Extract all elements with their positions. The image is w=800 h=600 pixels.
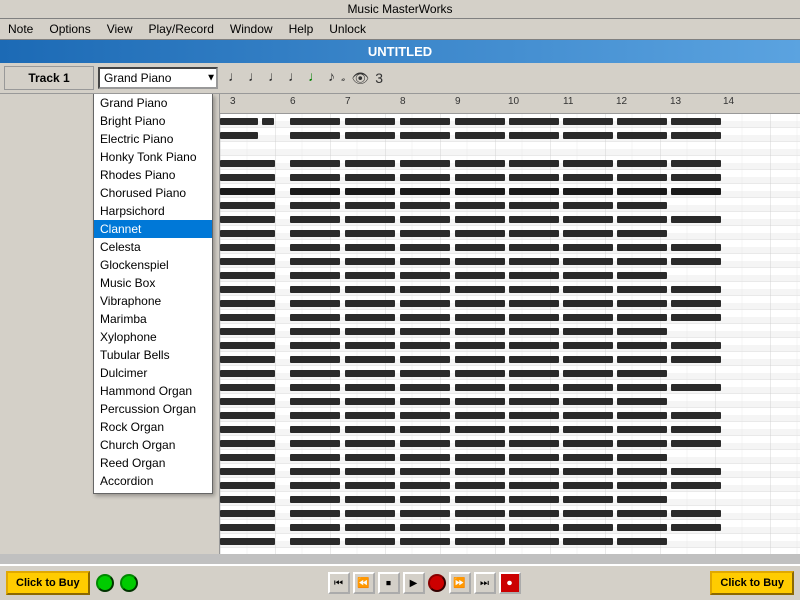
dropdown-item-celesta[interactable]: Celesta — [94, 238, 212, 256]
menu-note[interactable]: Note — [4, 21, 37, 37]
window-title: Music MasterWorks — [347, 2, 452, 16]
menu-options[interactable]: Options — [45, 21, 94, 37]
eye-icon[interactable]: 👁 — [349, 69, 371, 88]
dropdown-item-vibraphone[interactable]: Vibraphone — [94, 292, 212, 310]
grid-svg — [220, 114, 800, 554]
measure-8: 8 — [400, 96, 406, 107]
skip-forward-button[interactable]: ⏭ — [474, 572, 496, 594]
rewind-to-start-button[interactable]: ⏮ — [328, 572, 350, 594]
measure-7: 7 — [345, 96, 351, 107]
app-title-text: UNTITLED — [368, 44, 432, 59]
play-button[interactable]: ▶ — [403, 572, 425, 594]
measure-14: 14 — [723, 96, 734, 107]
instrument-value: Grand Piano — [104, 71, 171, 85]
note-icon-4[interactable]: ♩ — [286, 69, 304, 87]
left-panel: Grand Piano Bright Piano Electric Piano … — [0, 94, 220, 554]
dropdown-item-hammond-organ[interactable]: Hammond Organ — [94, 382, 212, 400]
title-bar: Music MasterWorks — [0, 0, 800, 19]
measure-10: 10 — [508, 96, 519, 107]
dropdown-item-harmonica[interactable]: Harmonica — [94, 490, 212, 494]
menu-view[interactable]: View — [103, 21, 137, 37]
number-icon[interactable]: 3 — [373, 69, 385, 87]
ruler: 3 6 7 8 9 10 11 12 13 14 — [220, 94, 800, 114]
buy-label-left: Click to Buy — [16, 577, 80, 589]
record-button[interactable] — [428, 574, 446, 592]
note-icon-5[interactable]: ♩ — [306, 69, 324, 87]
dropdown-item-xylophone[interactable]: Xylophone — [94, 328, 212, 346]
dropdown-item-glockenspiel[interactable]: Glockenspiel — [94, 256, 212, 274]
dropdown-item-rock-organ[interactable]: Rock Organ — [94, 418, 212, 436]
dropdown-item-honky-tonk-piano[interactable]: Honky Tonk Piano — [94, 148, 212, 166]
track-row: Track 1 Grand Piano ▼ ♩ ♩ ♩ ♩ ♩ ♪ 𝅗 👁 3 — [0, 63, 800, 94]
menu-playrecord[interactable]: Play/Record — [145, 21, 218, 37]
status-bar: Click to Buy ⏮ ⏪ ⏹ ▶ ⏩ ⏭ ⏺ Click to Buy — [0, 564, 800, 600]
dropdown-item-accordion[interactable]: Accordion — [94, 472, 212, 490]
dropdown-item-clannet[interactable]: Clannet — [94, 220, 212, 238]
main-content: Grand Piano Bright Piano Electric Piano … — [0, 94, 800, 554]
stop-button[interactable]: ⏹ — [378, 572, 400, 594]
click-to-buy-left[interactable]: Click to Buy — [6, 571, 90, 595]
dropdown-item-marimba[interactable]: Marimba — [94, 310, 212, 328]
dropdown-item-percussion-organ[interactable]: Percussion Organ — [94, 400, 212, 418]
track-label: Track 1 — [4, 66, 94, 90]
menu-help[interactable]: Help — [285, 21, 318, 37]
dropdown-item-music-box[interactable]: Music Box — [94, 274, 212, 292]
green-indicator-2[interactable] — [120, 574, 138, 592]
note-icon-1[interactable]: ♩ — [226, 69, 244, 87]
note-icon-6[interactable]: ♪ — [326, 69, 337, 87]
fast-forward-button[interactable]: ⏩ — [449, 572, 471, 594]
note-icons-bar: ♩ ♩ ♩ ♩ ♩ ♪ 𝅗 👁 3 — [226, 69, 385, 88]
rewind-button[interactable]: ⏪ — [353, 572, 375, 594]
measure-3: 3 — [230, 96, 236, 107]
dropdown-item-bright-piano[interactable]: Bright Piano — [94, 112, 212, 130]
grid-area — [220, 114, 800, 554]
note-icon-3[interactable]: ♩ — [266, 69, 284, 87]
measure-11: 11 — [563, 96, 573, 107]
dropdown-item-church-organ[interactable]: Church Organ — [94, 436, 212, 454]
instrument-dropdown[interactable]: Grand Piano Bright Piano Electric Piano … — [93, 94, 213, 494]
note-icon-2[interactable]: ♩ — [246, 69, 264, 87]
dropdown-item-harpsichord[interactable]: Harpsichord — [94, 202, 212, 220]
dropdown-item-dulcimer[interactable]: Dulcimer — [94, 364, 212, 382]
dropdown-item-reed-organ[interactable]: Reed Organ — [94, 454, 212, 472]
click-to-buy-right[interactable]: Click to Buy — [710, 571, 794, 595]
measure-6: 6 — [290, 96, 296, 107]
menu-bar: Note Options View Play/Record Window Hel… — [0, 19, 800, 40]
dropdown-item-electric-piano[interactable]: Electric Piano — [94, 130, 212, 148]
dropdown-item-rhodes-piano[interactable]: Rhodes Piano — [94, 166, 212, 184]
measure-12: 12 — [616, 96, 627, 107]
app-title: UNTITLED — [0, 40, 800, 63]
roll-area: 3 6 7 8 9 10 11 12 13 14 — [220, 94, 800, 554]
measure-13: 13 — [670, 96, 681, 107]
menu-unlock[interactable]: Unlock — [325, 21, 370, 37]
measure-9: 9 — [455, 96, 461, 107]
instrument-select[interactable]: Grand Piano — [98, 67, 218, 89]
loop-button[interactable]: ⏺ — [499, 572, 521, 594]
note-icon-7[interactable]: 𝅗 — [339, 69, 347, 87]
transport-controls: ⏮ ⏪ ⏹ ▶ ⏩ ⏭ ⏺ — [328, 572, 521, 594]
instrument-select-wrapper: Grand Piano ▼ — [98, 67, 218, 89]
dropdown-item-grand-piano[interactable]: Grand Piano — [94, 94, 212, 112]
menu-window[interactable]: Window — [226, 21, 277, 37]
dropdown-item-chorused-piano[interactable]: Chorused Piano — [94, 184, 212, 202]
buy-label-right: Click to Buy — [720, 577, 784, 589]
green-indicator-left[interactable] — [96, 574, 114, 592]
dropdown-item-tubular-bells[interactable]: Tubular Bells — [94, 346, 212, 364]
